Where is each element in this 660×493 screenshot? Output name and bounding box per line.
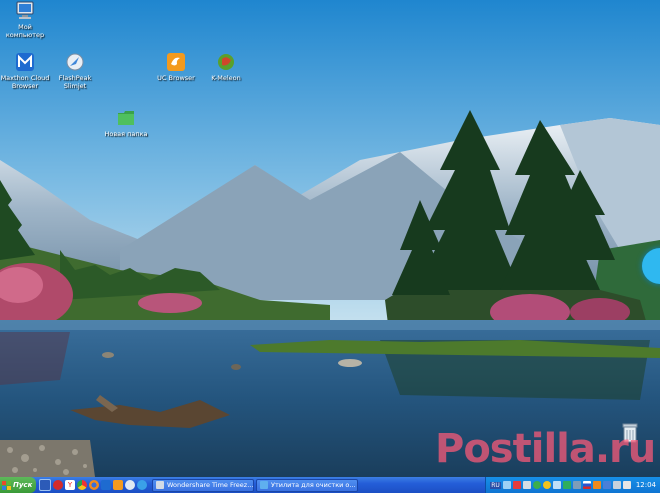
maxthon-icon[interactable]: [101, 480, 111, 490]
green-app-icon[interactable]: [562, 481, 571, 489]
time-freeze-icon: [156, 481, 164, 489]
task-label: Утилита для очистки о...: [271, 481, 356, 489]
start-button[interactable]: Пуск: [0, 477, 36, 493]
update-icon[interactable]: [522, 481, 531, 489]
cleaner-icon: [260, 481, 268, 489]
folder-icon: [118, 111, 134, 125]
desktop-icon-maxthon[interactable]: Maxthon Cloud Browser: [0, 52, 53, 90]
language-indicator[interactable]: RU: [490, 481, 501, 489]
desktop-icon-uc-browser[interactable]: UC Browser: [148, 52, 204, 82]
desktop-icon-label: Maxthon Cloud Browser: [0, 74, 50, 90]
desktop-icon-label: Новая папка: [104, 130, 148, 138]
shield-icon[interactable]: [532, 481, 541, 489]
slimjet-icon: [66, 53, 84, 71]
uc-browser-icon[interactable]: [113, 480, 123, 490]
volume-icon[interactable]: [622, 481, 631, 489]
k-meleon-icon: [218, 54, 234, 70]
desktop-icon-flashpeak-slimjet[interactable]: FlashPeak Slimjet: [47, 52, 103, 90]
maxthon-icon: [16, 53, 34, 71]
ie-icon[interactable]: [137, 480, 147, 490]
opera-icon[interactable]: [53, 480, 63, 490]
taskbar-button-cleaner[interactable]: Утилита для очистки о...: [256, 478, 358, 492]
cloud-icon[interactable]: [552, 481, 561, 489]
yandex-icon[interactable]: Y: [65, 480, 75, 490]
sync-icon[interactable]: [542, 481, 551, 489]
computer-icon: [16, 1, 34, 19]
desktop-icon-my-computer[interactable]: Мой компьютер: [0, 1, 53, 39]
russian-flag-icon[interactable]: [582, 481, 591, 489]
taskbar: Пуск Y Wondershare Time Freez... Утилита…: [0, 477, 660, 493]
monitor-icon[interactable]: [572, 481, 581, 489]
desktop-icon-label: Мой компьютер: [5, 23, 45, 39]
desktop-icon-label: K-Meleon: [211, 74, 241, 82]
network-icon[interactable]: [502, 481, 511, 489]
show-desktop-icon[interactable]: [39, 479, 51, 491]
desktop-icon-k-meleon[interactable]: K-Meleon: [198, 52, 254, 82]
chrome-icon[interactable]: [77, 480, 87, 490]
task-label: Wondershare Time Freez...: [167, 481, 254, 489]
watermark-postilla: Postilla.ru: [435, 426, 656, 472]
antivirus-icon[interactable]: [512, 481, 521, 489]
desktop-icon-new-folder[interactable]: Новая папка: [98, 108, 154, 138]
desktop-icon-label: FlashPeak Slimjet: [58, 74, 92, 90]
chart-app-icon[interactable]: [602, 481, 611, 489]
desktop-icon-label: UC Browser: [157, 74, 195, 82]
quick-launch: Y: [36, 479, 150, 491]
keyboard-icon[interactable]: [612, 481, 621, 489]
system-tray: RU 12:04: [485, 477, 660, 493]
taskbar-button-wondershare[interactable]: Wondershare Time Freez...: [152, 478, 254, 492]
start-label: Пуск: [13, 481, 33, 489]
windows-flag-icon: [2, 480, 11, 490]
uc-browser-icon: [167, 53, 185, 71]
desktop[interactable]: Мой компьютер Maxthon Cloud Browser Flas…: [0, 0, 660, 477]
orange-app-icon[interactable]: [592, 481, 601, 489]
clock[interactable]: 12:04: [636, 481, 656, 489]
slimjet-icon[interactable]: [125, 480, 135, 490]
firefox-icon[interactable]: [89, 480, 99, 490]
